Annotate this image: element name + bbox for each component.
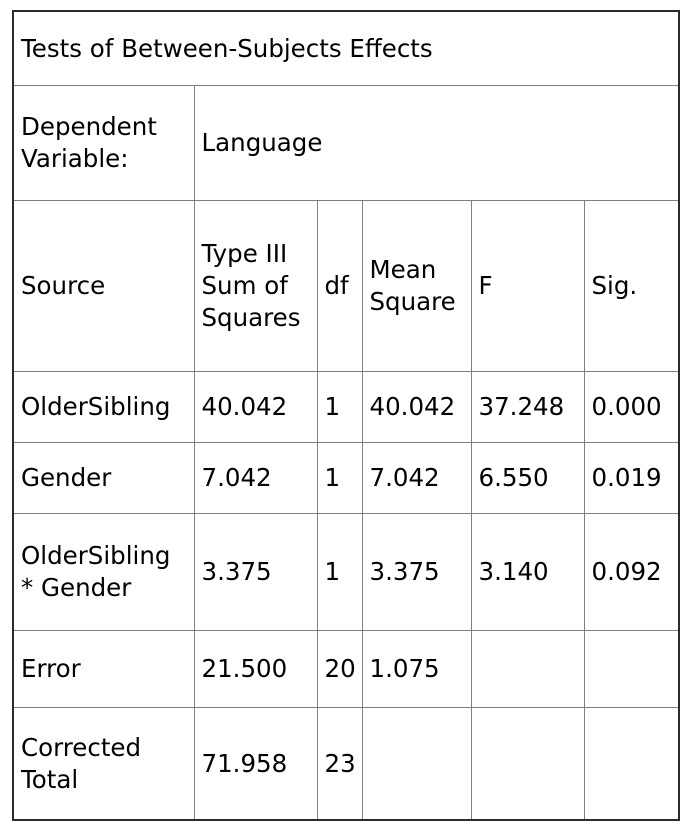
row-source-label: OlderSibling [12, 371, 195, 443]
row-df: 1 [316, 371, 363, 443]
table-row: Corrected Total 71.958 23 [12, 707, 680, 821]
table-row: Error 21.500 20 1.075 [12, 630, 680, 708]
table-row: OlderSibling * Gender 3.375 1 3.375 3.14… [12, 513, 680, 631]
row-f-value [470, 707, 585, 821]
dependent-variable-row: Dependent Variable: Language [12, 85, 680, 201]
table-row: OlderSibling 40.042 1 40.042 37.248 0.00… [12, 371, 680, 443]
row-mean-square: 40.042 [361, 371, 472, 443]
column-header-sum-of-squares: Type III Sum of Squares [193, 200, 318, 372]
row-source-label: Corrected Total [12, 707, 195, 821]
column-header-source: Source [12, 200, 195, 372]
row-sum-of-squares: 71.958 [193, 707, 318, 821]
column-header-df: df [316, 200, 363, 372]
row-source-label: Error [12, 630, 195, 708]
row-mean-square: 1.075 [361, 630, 472, 708]
row-sum-of-squares: 3.375 [193, 513, 318, 631]
row-mean-square: 3.375 [361, 513, 472, 631]
column-header-mean-square: Mean Square [361, 200, 472, 372]
table-title-row: Tests of Between-Subjects Effects [12, 10, 680, 86]
row-sig-value [583, 630, 680, 708]
row-sig-value: 0.092 [583, 513, 680, 631]
dependent-variable-value: Language [193, 85, 680, 201]
table-row: Gender 7.042 1 7.042 6.550 0.019 [12, 442, 680, 514]
row-f-value [470, 630, 585, 708]
row-mean-square [361, 707, 472, 821]
row-f-value: 37.248 [470, 371, 585, 443]
column-header-f: F [470, 200, 585, 372]
row-df: 23 [316, 707, 363, 821]
column-header-sig: Sig. [583, 200, 680, 372]
anova-table: Tests of Between-Subjects Effects Depend… [12, 10, 680, 821]
row-sig-value [583, 707, 680, 821]
row-df: 1 [316, 513, 363, 631]
row-source-label: OlderSibling * Gender [12, 513, 195, 631]
row-mean-square: 7.042 [361, 442, 472, 514]
row-sum-of-squares: 21.500 [193, 630, 318, 708]
row-sum-of-squares: 40.042 [193, 371, 318, 443]
document-canvas: Tests of Between-Subjects Effects Depend… [0, 0, 690, 821]
row-df: 20 [316, 630, 363, 708]
column-header-row: Source Type III Sum of Squares df Mean S… [12, 200, 680, 372]
row-f-value: 6.550 [470, 442, 585, 514]
row-df: 1 [316, 442, 363, 514]
row-sig-value: 0.000 [583, 371, 680, 443]
row-source-label: Gender [12, 442, 195, 514]
row-sig-value: 0.019 [583, 442, 680, 514]
row-sum-of-squares: 7.042 [193, 442, 318, 514]
dependent-variable-label: Dependent Variable: [12, 85, 195, 201]
row-f-value: 3.140 [470, 513, 585, 631]
table-title: Tests of Between-Subjects Effects [12, 10, 680, 86]
